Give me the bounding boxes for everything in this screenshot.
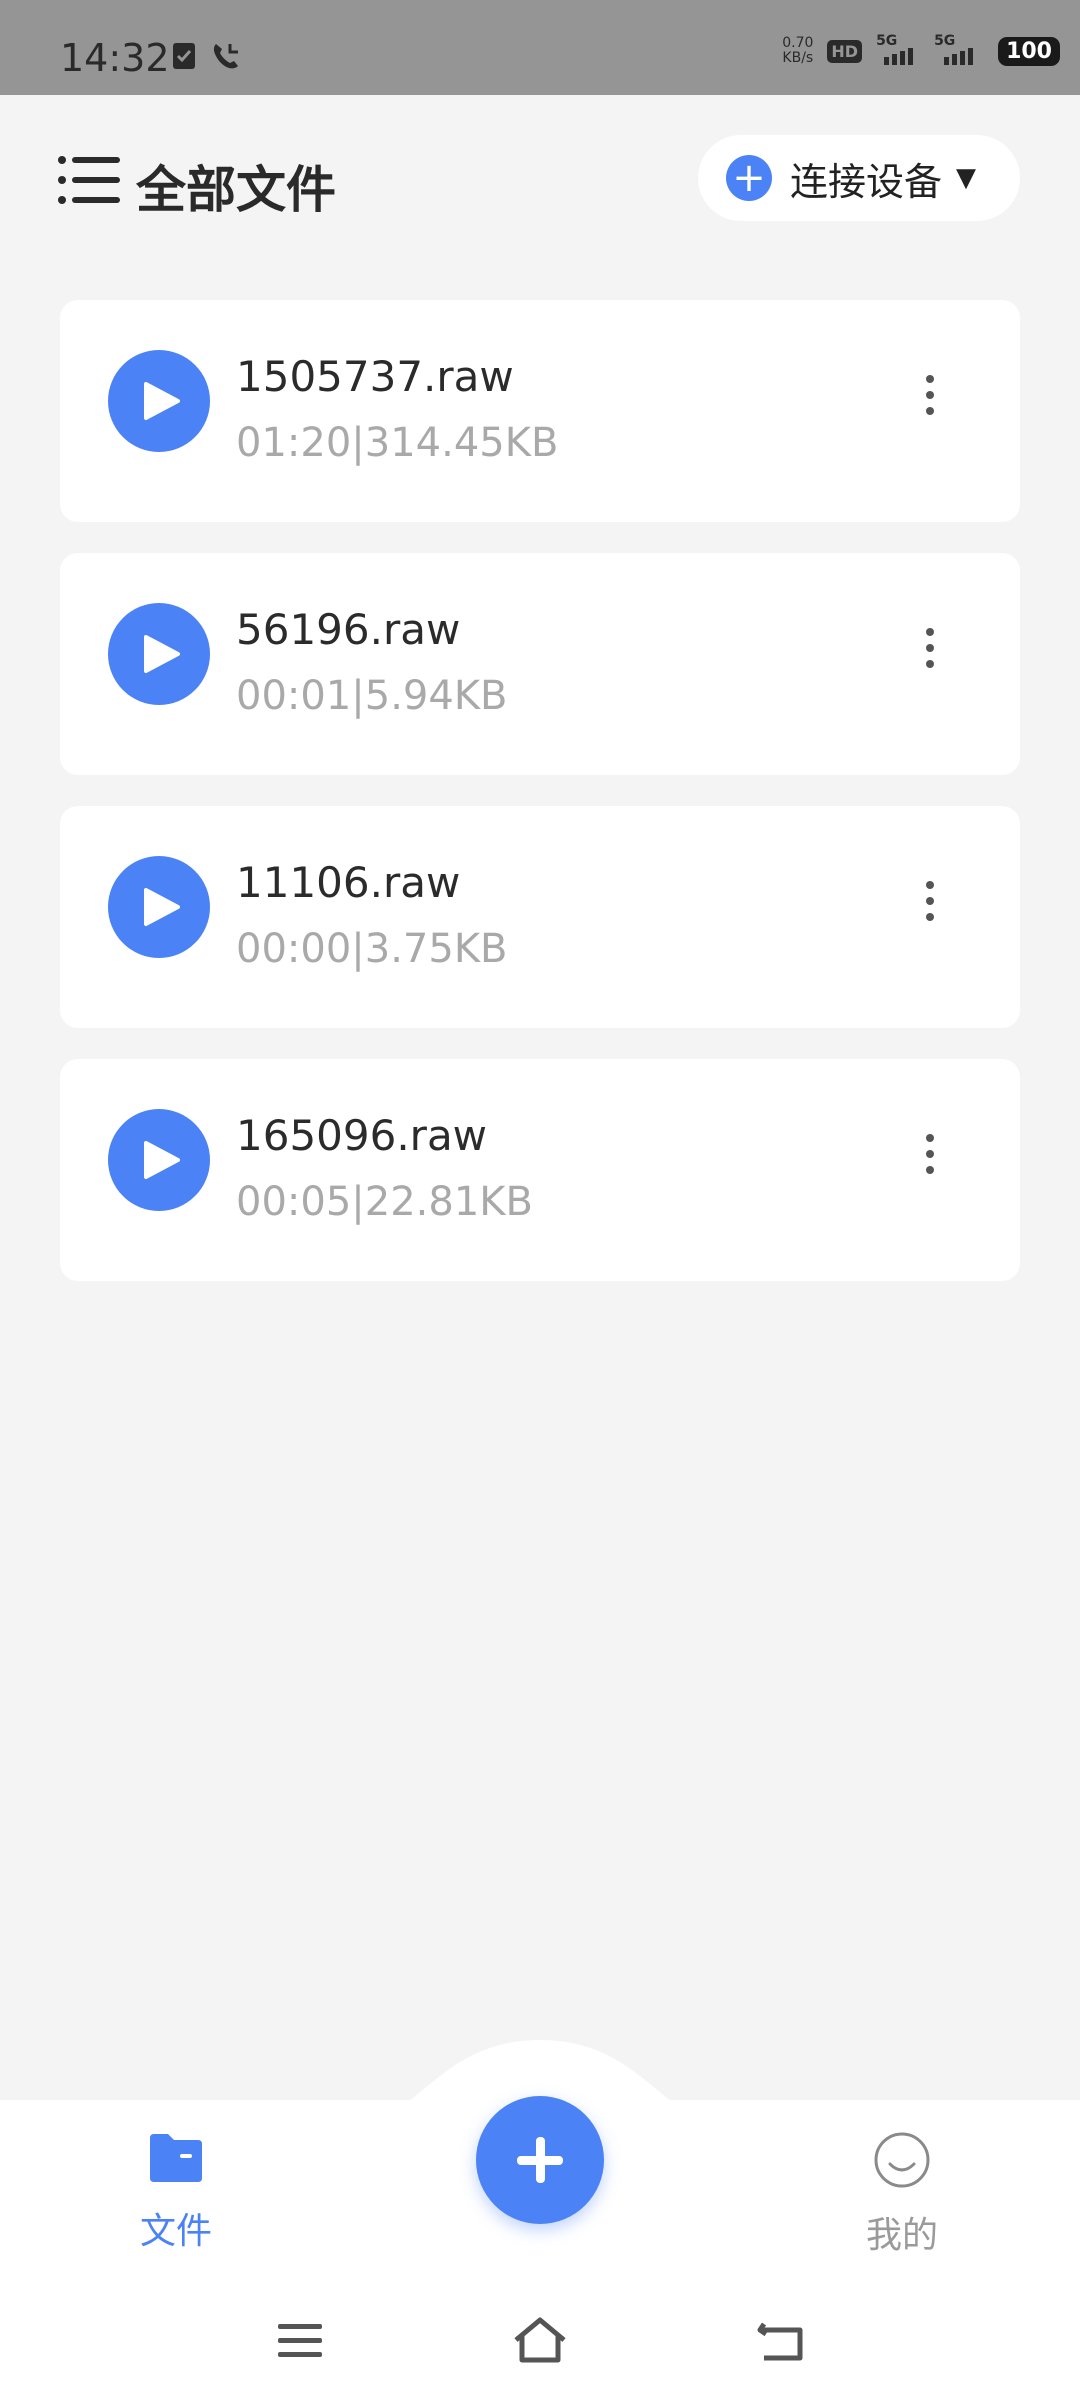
hd-badge: HD [827, 39, 863, 63]
signal1-label: 5G [876, 33, 898, 49]
file-name: 1505737.raw [236, 352, 514, 401]
battery-indicator: 100 [998, 36, 1060, 66]
list-menu-icon[interactable] [58, 155, 122, 205]
play-icon[interactable] [108, 856, 210, 958]
file-item[interactable]: 56196.raw 00:01|5.94KB [60, 553, 1020, 775]
connect-device-label: 连接设备 [790, 159, 943, 204]
smiley-face-icon [874, 2132, 930, 2188]
file-list: 1505737.raw 01:20|314.45KB 56196.raw 00:… [60, 300, 1020, 1312]
play-icon[interactable] [108, 350, 210, 452]
file-meta: 00:05|22.81KB [236, 1179, 533, 1225]
net-speed-unit: KB/s [782, 50, 814, 66]
status-time: 14:32 [60, 36, 170, 80]
folder-icon [150, 2134, 202, 2182]
dropdown-caret-icon: ▼ [956, 163, 977, 193]
tab-files-label: 文件 [139, 2211, 212, 2252]
plus-circle-icon: + [726, 155, 772, 201]
file-item[interactable]: 165096.raw 00:05|22.81KB [60, 1059, 1020, 1281]
more-options-icon[interactable] [920, 1134, 940, 1184]
tab-mine-label: 我的 [865, 2215, 938, 2256]
more-options-icon[interactable] [920, 375, 940, 425]
net-speed: 0.70 KB/s [782, 36, 813, 66]
more-options-icon[interactable] [920, 628, 940, 678]
missed-call-icon [213, 44, 238, 69]
signal2-label: 5G [934, 33, 956, 49]
connect-device-button[interactable]: + 连接设备 ▼ [698, 135, 1020, 221]
status-right: 0.70 KB/s HD 5G 5G 100 [782, 33, 1060, 66]
file-name: 165096.raw [236, 1111, 488, 1160]
file-meta: 01:20|314.45KB [236, 420, 559, 466]
signal-strength-icon-1: 5G [876, 33, 920, 65]
file-name: 56196.raw [236, 605, 461, 654]
home-icon[interactable] [510, 2310, 570, 2370]
tab-mine[interactable]: 我的 [822, 2130, 982, 2258]
play-icon[interactable] [108, 603, 210, 705]
back-icon[interactable] [750, 2310, 810, 2370]
header: 全部文件 + 连接设备 ▼ [0, 95, 1080, 265]
recent-apps-icon[interactable] [270, 2310, 330, 2370]
file-meta: 00:00|3.75KB [236, 926, 508, 972]
file-name: 11106.raw [236, 858, 461, 907]
net-speed-value: 0.70 [782, 35, 814, 51]
signal-strength-icon-2: 5G [934, 33, 984, 65]
file-item[interactable]: 1505737.raw 01:20|314.45KB [60, 300, 1020, 522]
file-meta: 00:01|5.94KB [236, 673, 508, 719]
file-item[interactable]: 11106.raw 00:00|3.75KB [60, 806, 1020, 1028]
system-nav-bar [0, 2280, 1080, 2400]
tab-files[interactable]: 文件 [96, 2130, 256, 2254]
clipboard-check-icon [173, 43, 195, 69]
plus-icon-vertical [536, 2137, 545, 2183]
more-options-icon[interactable] [920, 881, 940, 931]
page-title: 全部文件 [136, 161, 336, 219]
app-root: 14:32 0.70 KB/s HD 5G 5G 100 全部文件 + 连接设备… [0, 0, 1080, 2400]
play-icon[interactable] [108, 1109, 210, 1211]
add-button[interactable] [476, 2096, 604, 2224]
status-bar: 14:32 0.70 KB/s HD 5G 5G 100 [0, 0, 1080, 95]
